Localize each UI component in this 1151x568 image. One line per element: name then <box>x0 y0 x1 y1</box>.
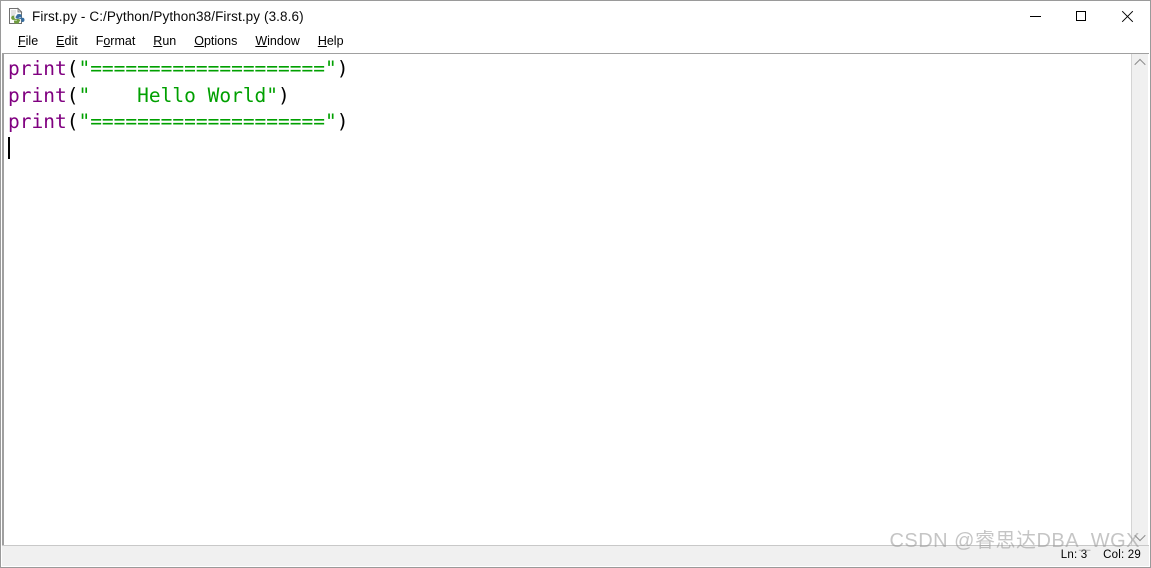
close-icon <box>1121 10 1133 22</box>
menu-item-run[interactable]: Run <box>144 33 185 50</box>
status-bar: Ln: 3 Col: 29 <box>2 545 1149 566</box>
menu-item-file[interactable]: File <box>9 33 47 50</box>
maximize-button[interactable] <box>1058 1 1104 31</box>
maximize-icon <box>1076 11 1086 21</box>
line-number-label: Ln: 3 <box>1060 549 1088 561</box>
code-line: print(" Hello World") <box>8 83 1125 110</box>
window-controls <box>1012 1 1150 31</box>
code-token-punct: ( <box>66 83 79 107</box>
code-token-string: "====================" <box>78 110 337 133</box>
code-token-punct: ( <box>66 57 79 80</box>
code-token-punct: ) <box>278 83 290 107</box>
code-token-keyword: print <box>8 83 67 107</box>
close-button[interactable] <box>1104 1 1150 31</box>
vertical-scrollbar[interactable] <box>1131 54 1148 545</box>
editor-frame: print("====================") print(" Hel… <box>2 53 1149 545</box>
column-number-label: Col: 29 <box>1103 549 1141 561</box>
title-bar: First.py - C:/Python/Python38/First.py (… <box>1 1 1150 31</box>
menu-item-help[interactable]: Help <box>309 33 353 50</box>
code-line: print("====================") <box>8 109 1125 136</box>
code-text-area[interactable]: print("====================") print(" Hel… <box>4 54 1125 545</box>
code-token-string: " Hello World" <box>78 83 279 107</box>
code-token-punct: ( <box>66 110 79 133</box>
code-line: print("====================") <box>8 56 1125 83</box>
menu-bar: File Edit Format Run Options Window Help <box>1 31 1150 52</box>
minimize-icon <box>1029 15 1041 17</box>
code-token-keyword: print <box>8 110 67 133</box>
text-caret <box>8 136 10 159</box>
code-token-punct: ) <box>336 57 349 80</box>
chevron-down-icon <box>1134 529 1146 541</box>
scroll-up-button[interactable] <box>1132 54 1148 71</box>
menu-item-window[interactable]: Window <box>246 33 308 50</box>
scroll-down-button[interactable] <box>1132 528 1148 545</box>
idle-editor-window: First.py - C:/Python/Python38/First.py (… <box>0 0 1151 568</box>
menu-item-edit[interactable]: Edit <box>47 33 87 50</box>
cursor-position-status: Ln: 3 Col: 29 <box>1061 549 1141 561</box>
code-token-keyword: print <box>8 57 67 80</box>
code-token-string: "====================" <box>78 57 337 80</box>
code-line <box>8 136 1125 163</box>
menu-item-format[interactable]: Format <box>87 33 145 50</box>
code-token-punct: ) <box>336 110 349 133</box>
menu-item-options[interactable]: Options <box>185 33 246 50</box>
chevron-up-icon <box>1134 58 1146 70</box>
window-title: First.py - C:/Python/Python38/First.py (… <box>32 8 304 24</box>
minimize-button[interactable] <box>1012 1 1058 31</box>
python-file-icon <box>7 7 25 25</box>
